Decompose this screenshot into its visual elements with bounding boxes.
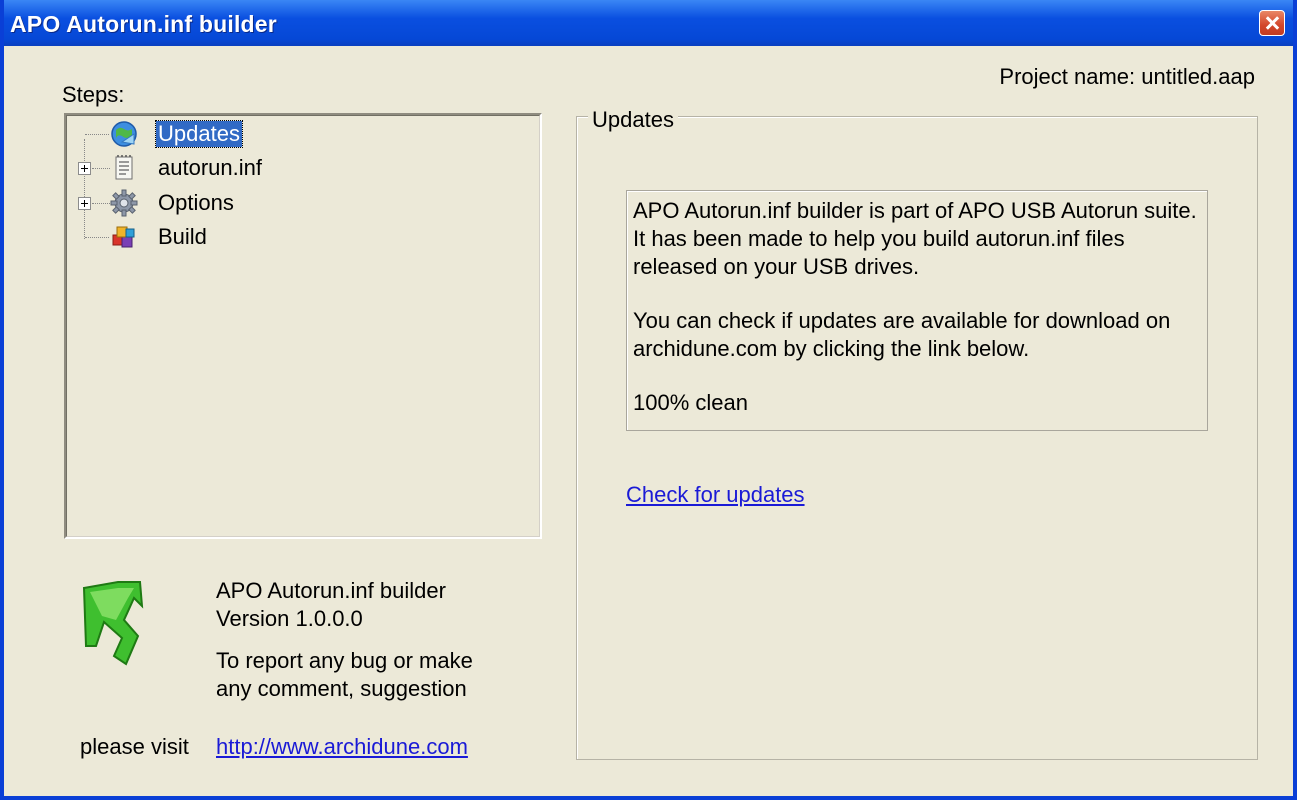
updates-groupbox-title: Updates [588,107,678,133]
info-paragraph: 100% clean [633,390,748,415]
steps-label: Steps: [62,82,125,107]
expand-icon[interactable] [78,197,91,210]
steps-tree[interactable]: Updates autorun.inf Options Build [64,113,542,539]
tree-item-label: autorun.inf [158,155,262,180]
title-bar[interactable]: APO Autorun.inf builder [4,0,1293,46]
tree-item-label: Options [158,190,234,215]
check-updates-link[interactable]: Check for updates [626,482,805,508]
website-link[interactable]: http://www.archidune.com [216,734,468,760]
tree-item-options[interactable]: Options [66,188,286,218]
app-logo-arrow-icon [82,581,144,666]
tree-item-updates[interactable]: Updates [66,119,286,149]
about-report-line-1: To report any bug or make [216,648,473,673]
window-title: APO Autorun.inf builder [10,11,277,37]
info-paragraph: You can check if updates are available f… [633,308,1171,361]
tree-item-build[interactable]: Build [66,222,286,252]
build-cubes-icon [112,226,135,248]
project-name: Project name: untitled.aap [999,64,1255,89]
about-report-line-2: any comment, suggestion [216,676,467,701]
updates-info-box: APO Autorun.inf builder is part of APO U… [626,190,1208,431]
expand-icon[interactable] [78,162,91,175]
visit-label: please visit [80,734,189,759]
tree-item-autorun-inf[interactable]: autorun.inf [66,153,286,183]
gear-icon [110,189,138,217]
tree-item-label: Build [158,224,207,249]
globe-update-icon [111,121,137,147]
app-window: APO Autorun.inf builder Steps: Project n… [0,0,1297,800]
close-button[interactable] [1259,10,1285,36]
about-app-name: APO Autorun.inf builder [216,578,446,603]
about-version: Version 1.0.0.0 [216,606,363,631]
info-paragraph: APO Autorun.inf builder is part of APO U… [633,198,1197,279]
tree-item-label: Updates [155,120,243,148]
document-icon [115,155,133,180]
